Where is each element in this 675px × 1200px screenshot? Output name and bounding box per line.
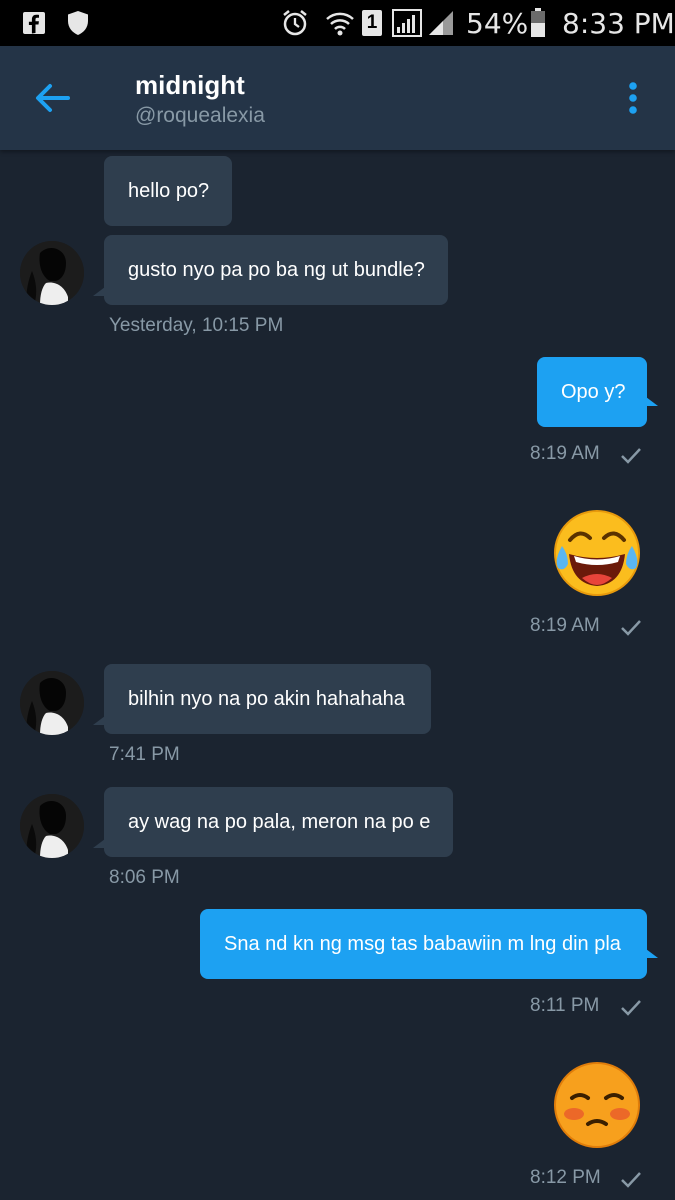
bubble-tail	[93, 716, 105, 725]
flushed-face-emoji[interactable]	[552, 1060, 642, 1150]
message-timestamp: Yesterday, 10:15 PM	[109, 315, 284, 336]
back-button[interactable]	[28, 76, 76, 120]
avatar[interactable]	[20, 671, 84, 735]
message-bubble-received[interactable]: hello po?	[104, 156, 232, 226]
avatar[interactable]	[20, 794, 84, 858]
overflow-menu-button[interactable]	[616, 76, 650, 120]
message-timestamp: 8:19 AM	[530, 615, 600, 636]
signal-icon-2	[428, 0, 454, 46]
checkmark-icon	[621, 620, 641, 636]
checkmark-icon	[621, 448, 641, 464]
bubble-tail	[93, 839, 105, 848]
facebook-icon	[22, 0, 46, 46]
wifi-icon	[325, 0, 355, 46]
face-with-tears-of-joy-emoji[interactable]	[552, 508, 642, 598]
sim-slot-label: 1	[362, 10, 382, 36]
message-timestamp: 8:19 AM	[530, 443, 600, 464]
sim-1-icon: 1	[362, 0, 382, 46]
message-bubble-sent[interactable]: Opo y?	[537, 357, 647, 427]
conversation-header: midnight @roquealexia	[0, 46, 675, 150]
checkmark-icon	[621, 1172, 641, 1188]
alarm-icon	[281, 0, 309, 46]
message-bubble-received[interactable]: bilhin nyo na po akin hahahaha	[104, 664, 431, 734]
conversation-title: midnight	[135, 70, 245, 100]
arrow-left-icon	[36, 84, 70, 112]
bubble-tail	[646, 949, 658, 958]
signal-icon	[392, 0, 422, 46]
status-bar: 1 54% 8:33 PM	[0, 0, 675, 46]
message-bubble-received[interactable]: ay wag na po pala, meron na po e	[104, 787, 453, 857]
message-timestamp: 7:41 PM	[109, 744, 180, 765]
conversation-handle: @roquealexia	[135, 104, 265, 127]
message-timestamp: 8:12 PM	[530, 1167, 601, 1188]
message-timestamp: 8:06 PM	[109, 867, 180, 888]
message-bubble-sent[interactable]: Sna nd kn ng msg tas babawiin m lng din …	[200, 909, 647, 979]
battery-icon	[530, 0, 546, 46]
bubble-tail	[646, 397, 658, 406]
avatar[interactable]	[20, 241, 84, 305]
shield-icon	[66, 0, 90, 46]
message-bubble-received[interactable]: gusto nyo pa po ba ng ut bundle?	[104, 235, 448, 305]
message-timestamp: 8:11 PM	[530, 995, 600, 1016]
status-time: 8:33 PM	[562, 6, 675, 40]
bubble-tail	[93, 287, 105, 296]
battery-percent: 54%	[466, 6, 529, 40]
more-vertical-icon	[629, 82, 637, 114]
checkmark-icon	[621, 1000, 641, 1016]
